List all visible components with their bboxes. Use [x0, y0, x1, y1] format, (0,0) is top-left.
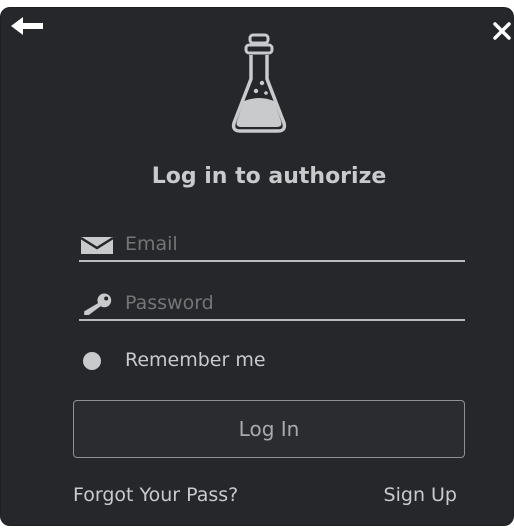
remember-me-label: Remember me — [125, 349, 266, 371]
close-icon — [493, 22, 511, 40]
key-icon — [84, 293, 112, 315]
remember-me-toggle[interactable]: Remember me — [79, 345, 309, 375]
flask-logo — [229, 33, 289, 139]
email-field[interactable] — [79, 230, 465, 262]
forgot-password-link[interactable]: Forgot Your Pass? — [73, 480, 238, 510]
back-button[interactable] — [9, 14, 45, 38]
arrow-left-icon — [11, 17, 43, 35]
sign-up-link[interactable]: Sign Up — [384, 480, 457, 510]
envelope-icon — [80, 236, 114, 254]
password-input[interactable] — [125, 291, 445, 315]
close-button[interactable] — [491, 20, 513, 42]
flask-icon — [231, 33, 287, 133]
log-in-button[interactable]: Log In — [73, 400, 465, 458]
login-dialog: Log in to authorize Remember me Log In F… — [0, 7, 514, 526]
password-field[interactable] — [79, 289, 465, 321]
dialog-title: Log in to authorize — [151, 164, 387, 189]
email-input[interactable] — [125, 232, 445, 256]
radio-dot-icon[interactable] — [83, 352, 101, 370]
